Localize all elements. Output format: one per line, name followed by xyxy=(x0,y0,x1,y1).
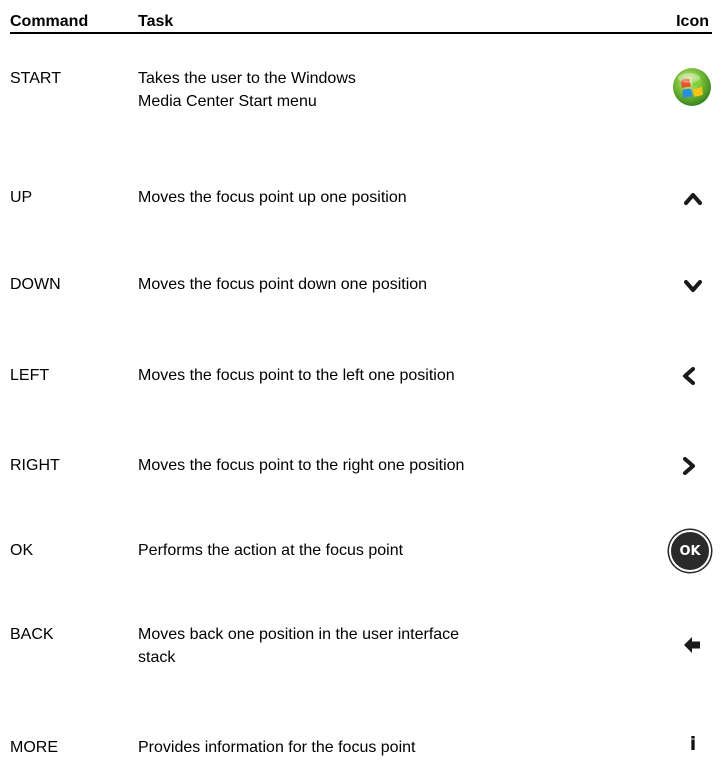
task-more-line-1: Provides information for the focus point xyxy=(138,739,416,756)
command-start: START xyxy=(10,70,61,87)
task-right: Moves the focus point to the right one p… xyxy=(138,454,558,477)
task-back-line-2: stack xyxy=(138,649,176,666)
task-right-line-1: Moves the focus point to the right one p… xyxy=(138,457,465,474)
chevron-down-icon xyxy=(684,277,702,295)
command-down: DOWN xyxy=(10,276,61,293)
ok-badge: OK xyxy=(669,530,711,572)
header-command: Command xyxy=(10,13,89,30)
command-up: UP xyxy=(10,189,33,206)
task-ok-line-1: Performs the action at the focus point xyxy=(138,542,404,559)
task-back: Moves back one position in the user inte… xyxy=(138,623,558,669)
chevron-up-icon xyxy=(684,189,702,207)
chevron-right-icon xyxy=(680,457,698,475)
info-icon: i xyxy=(686,732,700,756)
task-start: Takes the user to the Windows Media Cent… xyxy=(138,67,558,113)
command-left: LEFT xyxy=(10,367,50,384)
windows-start-orb-icon xyxy=(672,67,712,107)
header-icon: Icon xyxy=(676,13,709,30)
task-left: Moves the focus point to the left one po… xyxy=(138,364,558,387)
command-back: BACK xyxy=(10,626,54,643)
task-up: Moves the focus point up one position xyxy=(138,186,558,209)
task-down-line-1: Moves the focus point down one position xyxy=(138,276,428,293)
task-more: Provides information for the focus point xyxy=(138,736,558,759)
task-left-line-1: Moves the focus point to the left one po… xyxy=(138,367,455,384)
command-more: MORE xyxy=(10,739,58,756)
task-down: Moves the focus point down one position xyxy=(138,273,558,296)
chevron-left-icon xyxy=(680,367,698,385)
task-up-line-1: Moves the focus point up one position xyxy=(138,189,407,206)
windows-start-orb-svg xyxy=(673,68,711,106)
table-header: Command Task Icon xyxy=(10,13,712,34)
back-arrow-icon xyxy=(682,635,702,655)
task-start-line-2: Media Center Start menu xyxy=(138,93,317,110)
header-task: Task xyxy=(138,13,174,30)
info-glyph: i xyxy=(689,732,697,755)
ok-button-icon: OK xyxy=(668,529,712,573)
task-back-line-1: Moves back one position in the user inte… xyxy=(138,626,460,643)
task-start-line-1: Takes the user to the Windows xyxy=(138,70,356,87)
command-right: RIGHT xyxy=(10,457,60,474)
command-ok: OK xyxy=(10,542,34,559)
task-ok: Performs the action at the focus point xyxy=(138,539,558,562)
